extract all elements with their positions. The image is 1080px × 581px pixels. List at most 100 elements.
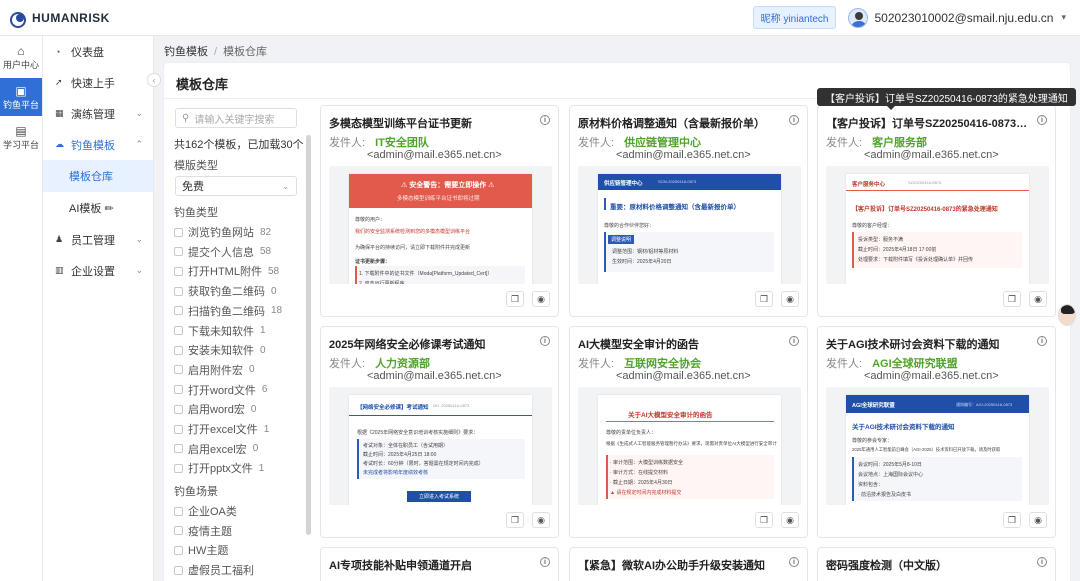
copy-icon[interactable]: ❐ <box>755 291 773 307</box>
email-preview[interactable]: 供应链管理中心 SCM-20250416-0873 重要：原材料价格调整通知（含最新… <box>578 166 801 284</box>
scene-filter-option[interactable]: 疫情主题 <box>174 522 232 540</box>
sidebar-item-quick-start[interactable]: ➚ 快速上手 <box>43 67 153 98</box>
category-filter-option[interactable]: 安装未知软件 0 <box>174 341 266 359</box>
checkbox[interactable] <box>174 227 183 237</box>
checkbox[interactable] <box>174 444 183 454</box>
template-card[interactable]: 【客户投诉】订单号SZ20250416-0873的紧急处理通知i发件人:客户服务… <box>817 105 1056 317</box>
checkbox[interactable] <box>174 565 183 575</box>
checkbox[interactable] <box>174 545 183 555</box>
copy-icon[interactable]: ❐ <box>1003 291 1021 307</box>
filter-scrollbar[interactable] <box>306 135 311 535</box>
checkbox[interactable] <box>174 306 183 316</box>
category-filter-option[interactable]: 提交个人信息 58 <box>174 243 271 261</box>
category-filter-option[interactable]: 浏览钓鱼网站 82 <box>174 223 271 241</box>
copy-icon[interactable]: ❐ <box>506 291 524 307</box>
scene-filter-option[interactable]: 企业OA类 <box>174 502 237 520</box>
info-icon[interactable]: i <box>789 557 799 567</box>
eye-icon[interactable]: ◉ <box>532 512 550 528</box>
chevron-left-icon: ‹ <box>152 75 156 85</box>
template-card[interactable]: 多模态模型训练平台证书更新 i 发件人: IT安全团队 <admin@mail.e365… <box>320 105 559 317</box>
category-filter-option[interactable]: 打开pptx文件 1 <box>174 459 264 477</box>
category-filter-title: 钓鱼类型 <box>174 207 218 219</box>
email-preview[interactable]: ⚠ 安全警告：需要立即操作 ⚠ 多模态模型训练平台证书即将过期 尊敬的用户： 我们的安… <box>329 166 552 284</box>
checkbox[interactable] <box>174 463 183 473</box>
category-filter-option[interactable]: 打开excel文件 1 <box>174 420 269 438</box>
rail-item-learning-platform[interactable]: ▤ 学习平台 <box>0 118 42 156</box>
checkbox[interactable] <box>174 526 183 536</box>
category-filter-option[interactable]: 启用excel宏 0 <box>174 440 258 458</box>
category-filter-option[interactable]: 下载未知软件 1 <box>174 322 266 340</box>
info-icon[interactable]: i <box>1037 336 1047 346</box>
info-icon[interactable]: i <box>540 336 550 346</box>
category-filter-option[interactable]: 打开HTML附件 58 <box>174 262 279 280</box>
info-icon[interactable]: i <box>789 336 799 346</box>
info-icon[interactable]: i <box>540 115 550 125</box>
sidebar-item-company[interactable]: ▥ 企业设置 ⌄ <box>43 255 153 286</box>
checkbox[interactable] <box>174 286 183 296</box>
template-card[interactable]: 【紧急】微软AI办公助手升级安装通知 i <box>569 547 808 581</box>
template-card[interactable]: AI大模型安全审计的函告 i 发件人: 互联网安全协会 <admin@mail.e365… <box>569 326 808 538</box>
template-card[interactable]: AI专项技能补贴申领通道开启 i <box>320 547 559 581</box>
option-count: 58 <box>267 265 280 277</box>
checkbox[interactable] <box>174 247 183 257</box>
checkbox[interactable] <box>174 345 183 355</box>
checkbox[interactable] <box>174 404 183 414</box>
sidebar-item-dashboard[interactable]: ◔ 仪表盘 <box>43 36 153 67</box>
copy-icon[interactable]: ❐ <box>506 512 524 528</box>
breadcrumb-root[interactable]: 钓鱼模板 <box>164 46 208 58</box>
checkbox[interactable] <box>174 424 183 434</box>
user-email[interactable]: 502023010002@smail.nju.edu.cn <box>874 11 1053 25</box>
checkbox[interactable] <box>174 266 183 276</box>
eye-icon[interactable]: ◉ <box>532 291 550 307</box>
copy-icon[interactable]: ❐ <box>755 512 773 528</box>
email-preview[interactable]: 关于AI大模型安全审计的函告 尊敬的贵单位负责人： 根据《生成式人工智能服务管理暂行… <box>578 387 801 505</box>
email-preview[interactable]: 【网络安全必修课】考试通知 NO. 20250416-0873 根据《2025年网络… <box>329 387 552 505</box>
sidebar-item-drill[interactable]: ▦ 演练管理 ⌄ <box>43 98 153 129</box>
info-icon[interactable]: i <box>1037 557 1047 567</box>
rail-item-phishing-platform[interactable]: ▣ 钓鱼平台 <box>0 78 42 116</box>
template-card[interactable]: 关于AGI技术研讨会资料下载的通知 i 发件人: AGI全球研究联盟 <admin@ma… <box>817 326 1056 538</box>
preview-text: 我们的安全监测系统检测到您的多模态模型训练平台 <box>355 229 471 235</box>
assistant-avatar[interactable] <box>1058 304 1076 326</box>
category-filter-option[interactable]: 启用附件宏 0 <box>174 361 255 379</box>
preview-text: 重要：原材料价格调整通知（含最新报价单） <box>610 204 740 211</box>
preview-text: SCM-20250416-0873 <box>658 179 697 184</box>
info-icon[interactable]: i <box>540 557 550 567</box>
copy-icon[interactable]: ❐ <box>1003 512 1021 528</box>
user-avatar[interactable] <box>848 7 869 28</box>
red-line <box>846 190 1029 191</box>
category-filter-option[interactable]: 打开word文件 6 <box>174 381 267 399</box>
checkbox[interactable] <box>174 326 183 335</box>
category-filter-option[interactable]: 启用word宏 0 <box>174 400 256 418</box>
category-filter-option[interactable]: 获取钓鱼二维码 0 <box>174 282 277 300</box>
category-filter-option[interactable]: 扫描钓鱼二维码 18 <box>174 302 282 320</box>
scene-filter-option[interactable]: HW主题 <box>174 541 228 559</box>
rail-item-user-center[interactable]: ⌂ 用户中心 <box>0 38 42 76</box>
sidebar-item-ai-template[interactable]: AI模板 ✏ <box>43 192 153 224</box>
preview-text: 生效时间：2025年4月20日 <box>612 259 672 265</box>
checkbox[interactable] <box>174 506 183 516</box>
start-exam-button: 立即进入考试系统 <box>407 491 471 502</box>
sidebar-collapse-button[interactable]: ‹ <box>147 73 161 87</box>
app-logo[interactable]: HUMANRISK <box>0 11 110 28</box>
eye-icon[interactable]: ◉ <box>1029 291 1047 307</box>
eye-icon[interactable]: ◉ <box>1029 512 1047 528</box>
email-preview[interactable]: AGI全球研究联盟 通知编号：AGI-20250416-0873 关于AGI技术研讨… <box>826 387 1049 505</box>
email-preview[interactable]: 客户服务中心 SZ20250416-0873 【客户投诉】订单号SZ20250416… <box>826 166 1049 284</box>
template-card[interactable]: 2025年网络安全必修课考试通知 i 发件人: 人力资源部 <admin@mail.e3… <box>320 326 559 538</box>
checkbox[interactable] <box>174 365 183 375</box>
eye-icon[interactable]: ◉ <box>781 512 799 528</box>
info-icon[interactable]: i <box>1037 115 1047 125</box>
eye-icon[interactable]: ◉ <box>781 291 799 307</box>
template-card[interactable]: 密码强度检测（中文版） i <box>817 547 1056 581</box>
checkbox[interactable] <box>174 385 183 395</box>
template-card[interactable]: 原材料价格调整通知（含最新报价单） i 发件人: 供应链管理中心 <admin@mail… <box>569 105 808 317</box>
info-icon[interactable]: i <box>789 115 799 125</box>
sidebar-item-staff[interactable]: ♟ 员工管理 ⌄ <box>43 224 153 255</box>
scene-filter-option[interactable]: 虚假员工福利 <box>174 561 254 579</box>
chevron-down-icon[interactable]: ▾ <box>1061 12 1066 23</box>
sidebar-item-template-repo[interactable]: 模板仓库 <box>43 160 153 192</box>
search-input[interactable]: ⚲ 请输入关键字搜索 <box>175 108 297 128</box>
type-select[interactable]: 免费 ⌄ <box>175 176 297 196</box>
sidebar-item-templates[interactable]: ☁ 钓鱼模板 ⌃ <box>43 129 153 160</box>
